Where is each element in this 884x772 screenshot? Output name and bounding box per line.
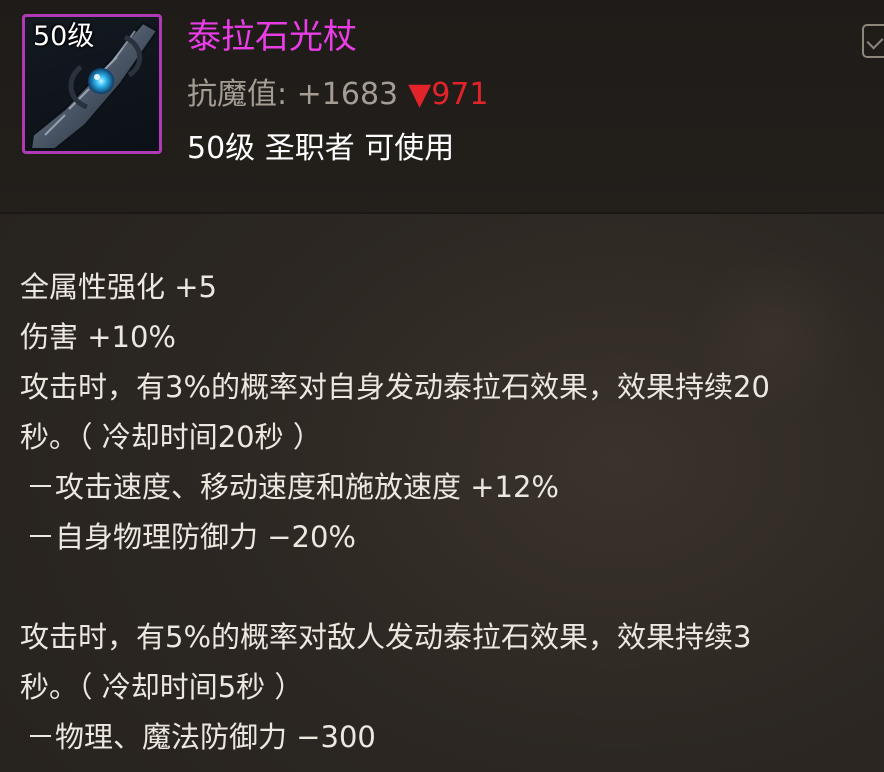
desc-line-damage: 伤害 +10% [20,320,176,354]
desc-line-enemy-proc-cooldown: 秒。（ 冷却时间5秒 ） [20,670,304,704]
desc-line-defense-debuff: －自身物理防御力 −20% [26,520,356,554]
usage-requirement: 50级 圣职者 可使用 [187,131,455,166]
compare-checkbox-icon[interactable] [862,24,884,58]
desc-line-enemy-defense-down: －物理、魔法防御力 −300 [26,720,376,754]
header-divider [0,212,884,214]
desc-spacer [20,562,870,612]
item-level-tag: 50级 [33,21,95,52]
desc-line-all-stats: 全属性强化 +5 [20,270,217,304]
item-tooltip: 50级 泰拉石光杖 抗魔值: +1683 ▼971 50级 圣职者 可使用 全属性… [0,0,884,772]
stat-label: 抗魔值: [187,77,288,112]
stat-decrease: ▼971 [408,77,489,112]
item-name: 泰拉石光杖 [187,17,357,57]
desc-line-enemy-proc: 攻击时，有5%的概率对敌人发动泰拉石效果，效果持续3 [20,620,752,654]
item-description: 全属性强化 +5 伤害 +10% 攻击时，有3%的概率对自身发动泰拉石效果，效果… [20,262,870,762]
tooltip-header: 50级 泰拉石光杖 抗魔值: +1683 ▼971 50级 圣职者 可使用 [0,0,884,212]
desc-line-self-proc-cooldown: 秒。（ 冷却时间20秒 ） [20,420,322,454]
desc-line-speed-buff: －攻击速度、移动速度和施放速度 +12% [26,470,559,504]
stat-value: +1683 [296,77,399,112]
item-icon-frame[interactable]: 50级 [22,14,162,154]
desc-line-self-proc: 攻击时，有3%的概率对自身发动泰拉石效果，效果持续20 [20,370,770,404]
magic-resist-stat: 抗魔值: +1683 ▼971 [187,76,488,114]
